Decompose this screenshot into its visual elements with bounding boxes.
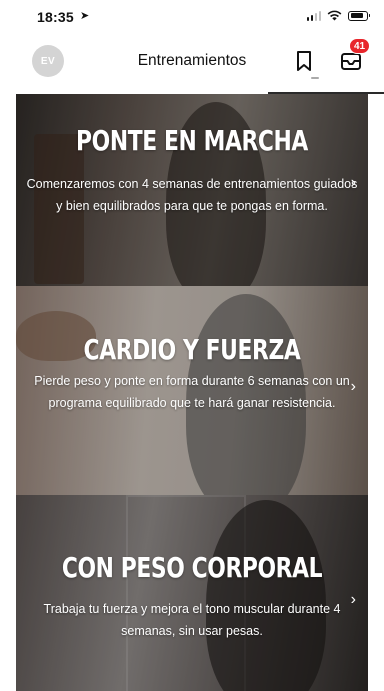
card-title: CARDIO Y FUERZA: [83, 333, 301, 366]
app-header: EV Entrenamientos 41: [0, 34, 384, 94]
battery-icon: [348, 10, 370, 21]
card-description: Pierde peso y ponte en forma durante 6 s…: [34, 374, 350, 410]
card-description: Trabaja tu fuerza y mejora el tono muscu…: [43, 602, 341, 638]
chevron-right-icon: ›: [350, 378, 356, 395]
battery-level: [350, 13, 363, 18]
card-overlay: [16, 495, 368, 691]
program-card-cardio-y-fuerza[interactable]: CARDIO Y FUERZA Pierde peso y ponte en f…: [16, 286, 368, 495]
bookmark-icon[interactable]: [294, 50, 314, 72]
location-arrow-icon: ➤: [80, 10, 90, 22]
inbox-badge: 41: [349, 38, 371, 54]
cellular-signal-icon: [306, 10, 321, 21]
card-title: CON PESO CORPORAL: [61, 551, 323, 584]
status-bar: 18:35 ➤: [0, 0, 384, 34]
status-time: 18:35: [37, 9, 74, 25]
card-title: PONTE EN MARCHA: [76, 124, 308, 157]
chevron-right-icon: ›: [350, 591, 356, 608]
wifi-icon: [327, 10, 342, 21]
status-icons: [306, 10, 370, 21]
card-description: Comenzaremos con 4 semanas de entrenamie…: [26, 177, 358, 213]
chevron-right-icon: ›: [350, 174, 356, 191]
scroll-indicator: [311, 77, 319, 79]
program-list: PONTE EN MARCHA Comenzaremos con 4 seman…: [16, 94, 368, 691]
page-title: Entrenamientos: [137, 52, 247, 69]
program-card-ponte-en-marcha[interactable]: PONTE EN MARCHA Comenzaremos con 4 seman…: [16, 94, 368, 286]
program-card-con-peso-corporal[interactable]: CON PESO CORPORAL Trabaja tu fuerza y me…: [16, 495, 368, 691]
